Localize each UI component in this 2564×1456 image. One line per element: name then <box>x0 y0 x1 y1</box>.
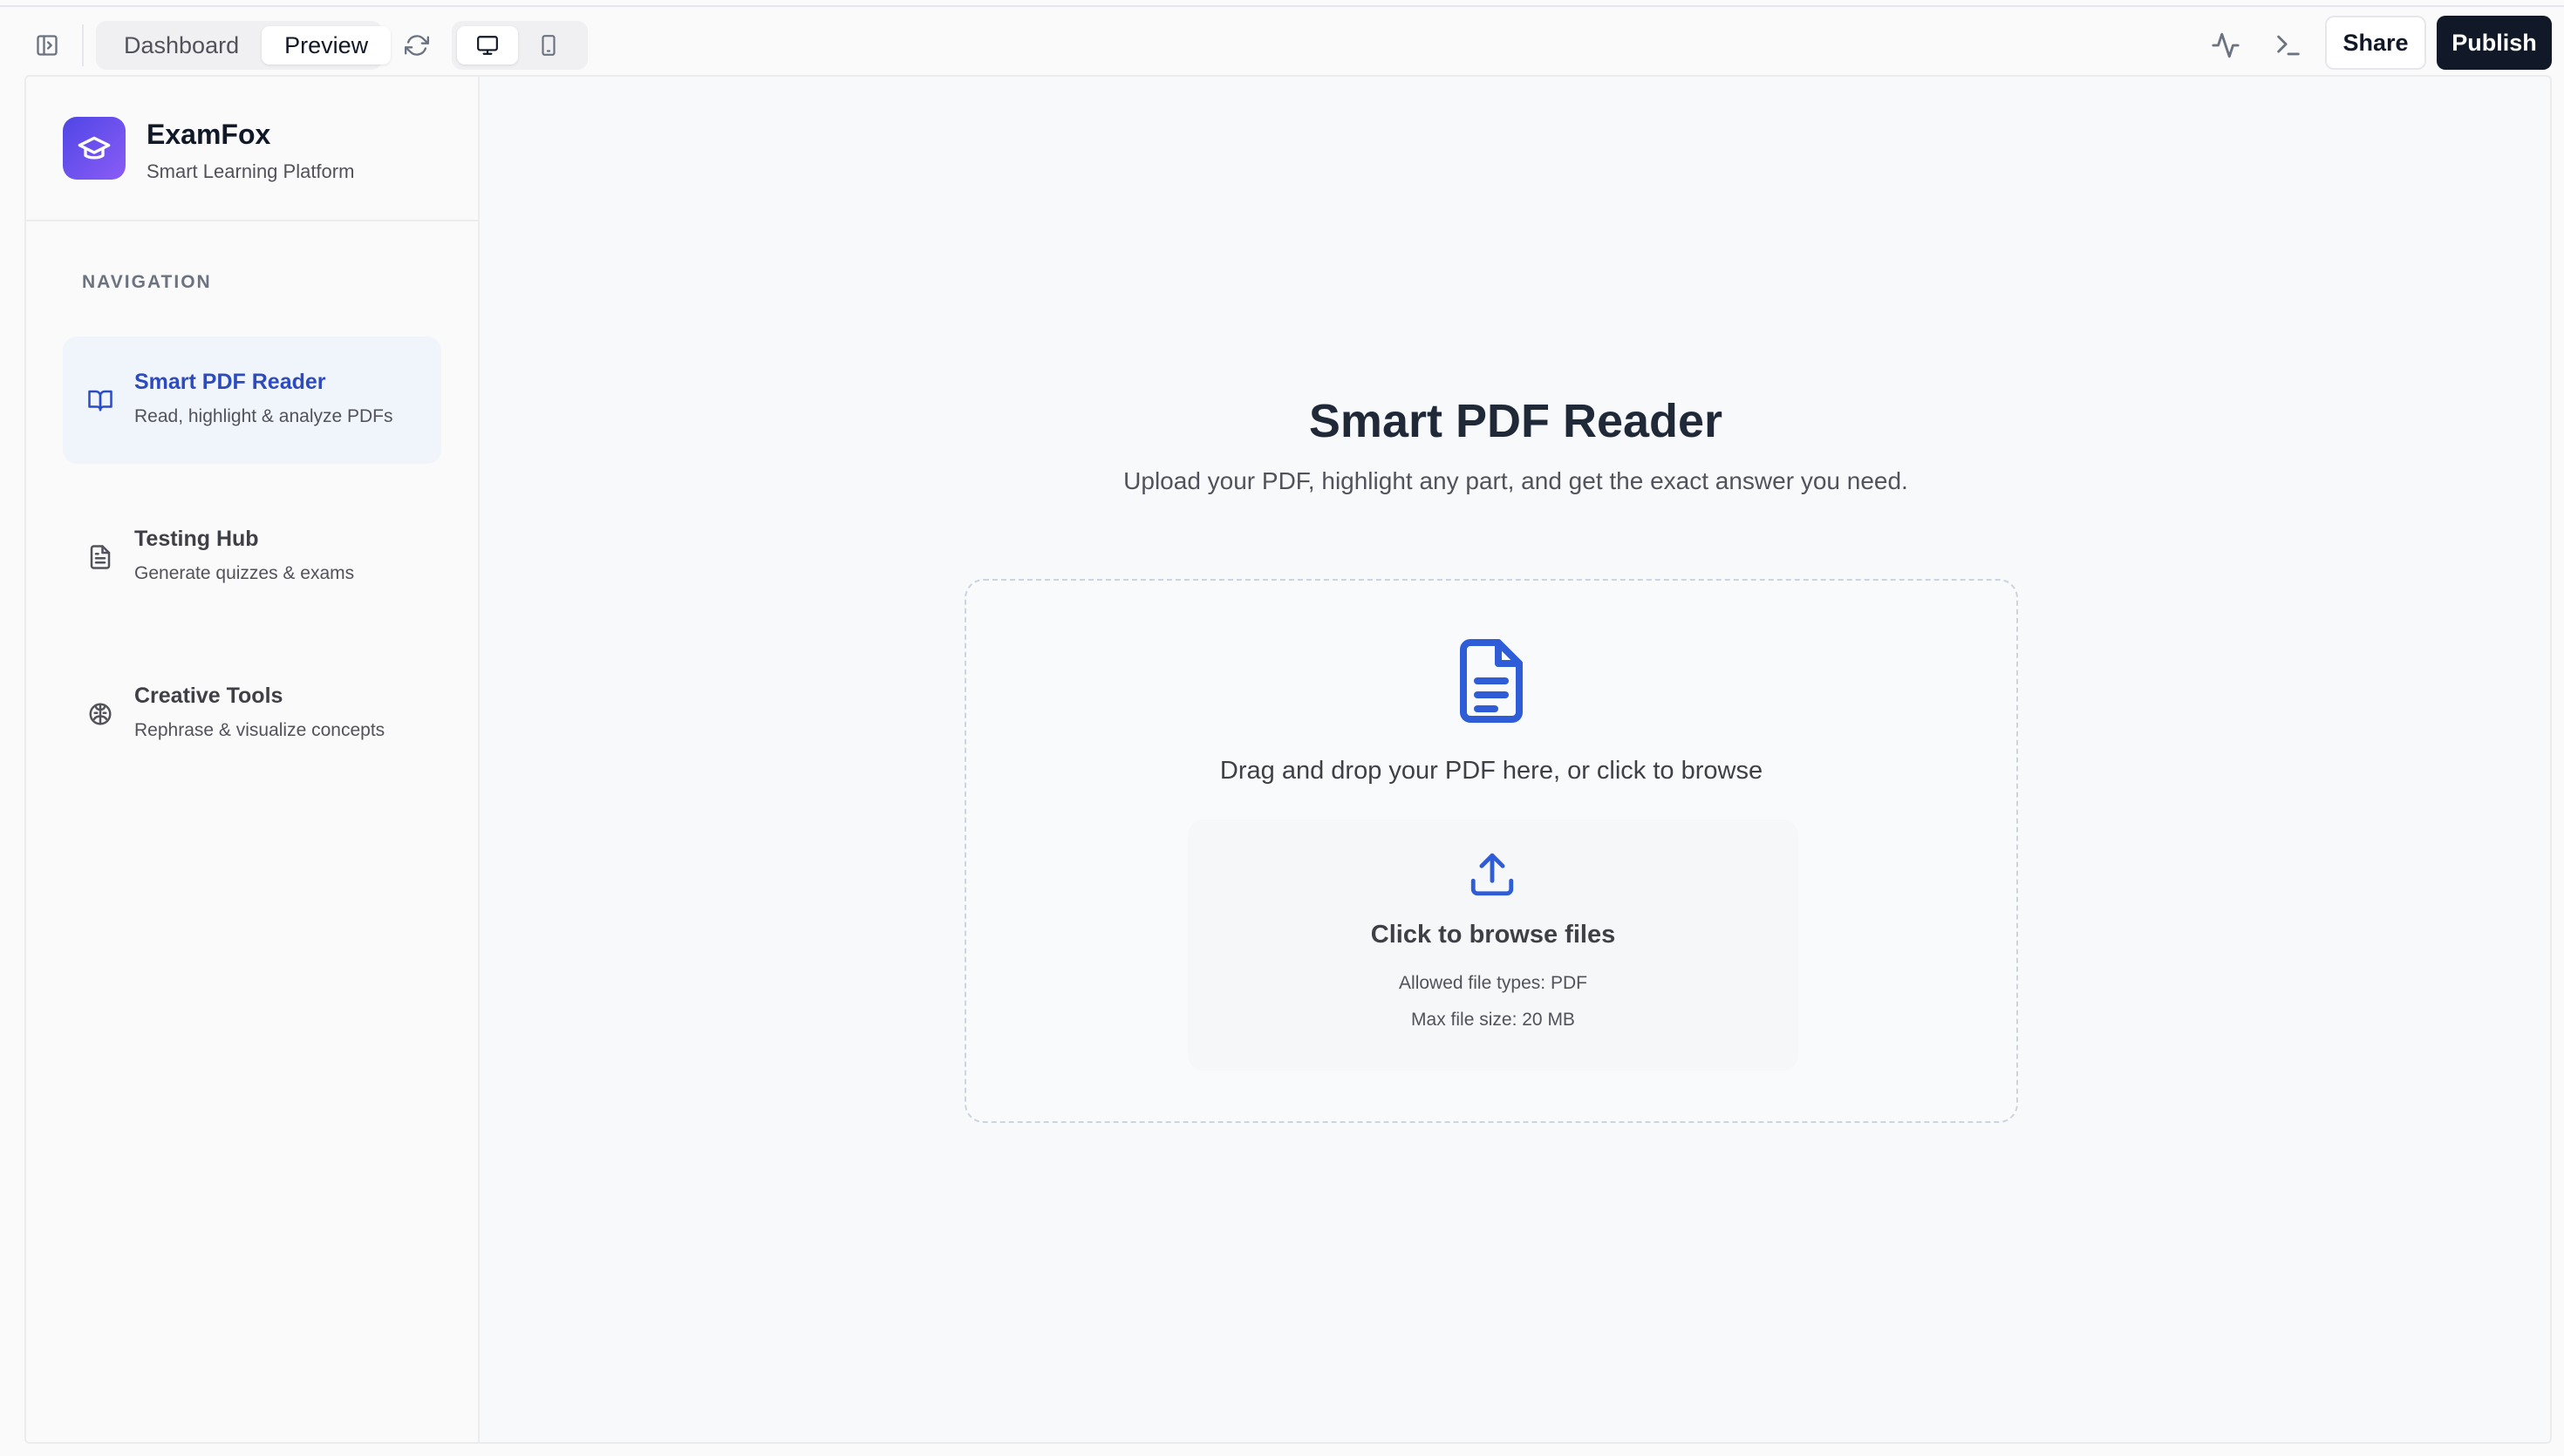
sidebar-toggle-icon[interactable] <box>30 28 65 63</box>
sidebar-item-subtitle: Rephrase & visualize concepts <box>134 720 385 740</box>
graduation-cap-icon <box>63 117 126 180</box>
window-top-edge <box>0 0 2564 7</box>
upload-icon <box>1467 849 1517 900</box>
main-content: Smart PDF Reader Upload your PDF, highli… <box>480 77 2550 1442</box>
book-open-icon <box>85 385 115 415</box>
share-button[interactable]: Share <box>2325 16 2426 70</box>
nav-heading: NAVIGATION <box>82 272 212 292</box>
dropzone-prompt: Drag and drop your PDF here, or click to… <box>1219 757 1763 785</box>
max-file-size: Max file size: 20 MB <box>1411 1010 1575 1030</box>
activity-icon[interactable] <box>2206 26 2245 65</box>
document-icon <box>1449 633 1533 729</box>
sidebar-item-testing-hub[interactable]: Testing Hub Generate quizzes & exams <box>63 493 441 621</box>
sidebar-item-title: Creative Tools <box>134 684 283 708</box>
app-name: ExamFox <box>147 119 271 150</box>
sidebar-item-creative-tools[interactable]: Creative Tools Rephrase & visualize conc… <box>63 650 441 778</box>
brain-icon <box>85 699 115 729</box>
terminal-icon[interactable] <box>2269 26 2308 65</box>
file-text-icon <box>85 542 115 572</box>
brand-header: ExamFox Smart Learning Platform <box>26 77 478 221</box>
top-toolbar: Dashboard Preview Share Publish <box>0 7 2564 75</box>
sidebar-item-smart-pdf-reader[interactable]: Smart PDF Reader Read, highlight & analy… <box>63 337 441 464</box>
publish-button[interactable]: Publish <box>2437 16 2552 70</box>
sidebar-item-subtitle: Read, highlight & analyze PDFs <box>134 406 393 426</box>
sidebar: ExamFox Smart Learning Platform NAVIGATI… <box>26 77 480 1442</box>
mobile-icon[interactable] <box>518 26 579 65</box>
tab-dashboard[interactable]: Dashboard <box>101 26 262 65</box>
refresh-icon[interactable] <box>399 28 434 63</box>
browse-files-label: Click to browse files <box>1370 921 1616 949</box>
view-switcher: Dashboard Preview <box>96 21 392 70</box>
tab-preview[interactable]: Preview <box>262 26 392 65</box>
sidebar-item-title: Smart PDF Reader <box>134 370 326 394</box>
page-subtitle: Upload your PDF, highlight any part, and… <box>1123 467 1908 494</box>
app-preview-frame: ExamFox Smart Learning Platform NAVIGATI… <box>24 75 2552 1444</box>
toolbar-divider <box>82 24 84 66</box>
allowed-file-types: Allowed file types: PDF <box>1399 973 1587 993</box>
pdf-dropzone[interactable]: Drag and drop your PDF here, or click to… <box>965 579 2018 1123</box>
desktop-icon[interactable] <box>457 26 518 65</box>
page-title: Smart PDF Reader <box>1308 395 1723 447</box>
device-switcher <box>452 21 588 70</box>
browse-files-button[interactable]: Click to browse files Allowed file types… <box>1188 820 1798 1071</box>
sidebar-item-title: Testing Hub <box>134 527 259 551</box>
sidebar-item-subtitle: Generate quizzes & exams <box>134 563 355 583</box>
app-tagline: Smart Learning Platform <box>147 160 355 182</box>
